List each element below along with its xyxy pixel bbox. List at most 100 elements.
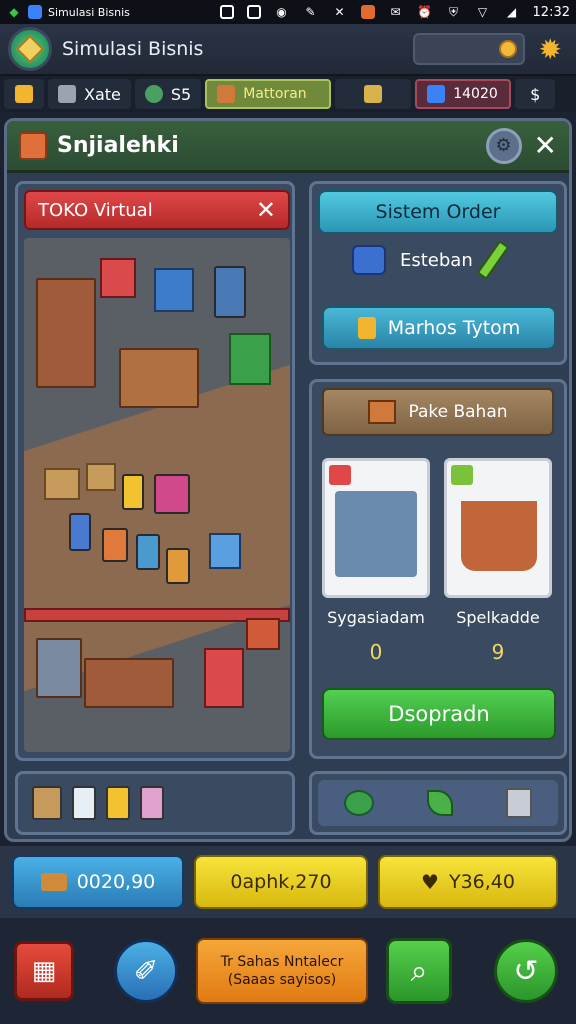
- nav-main-line2: (Saaas sayisos): [227, 972, 337, 988]
- main-panel: Snjialehki ⚙ ✕ TOKO Virtual ✕ Sistem Ord…: [4, 118, 572, 842]
- puzzle-icon: [58, 85, 76, 103]
- grocery-basket-image: [461, 501, 537, 571]
- resource-dollar[interactable]: $: [515, 79, 556, 109]
- resource-s5[interactable]: S5: [134, 79, 202, 109]
- basket-tile[interactable]: [444, 458, 552, 598]
- resource-14020[interactable]: 14020: [415, 79, 512, 109]
- panel-close-icon[interactable]: ✕: [534, 129, 557, 162]
- product-can: [136, 534, 160, 570]
- product-bottle: [69, 513, 91, 551]
- display-screen: [154, 268, 194, 312]
- currency-value: 0aphk,270: [230, 871, 332, 893]
- nav-main-text: Tr Sahas Nntalecr (Saaas sayisos): [221, 953, 344, 989]
- material-button[interactable]: Pake Bahan: [322, 388, 554, 436]
- app-notification-icon: [28, 5, 42, 19]
- store-scene[interactable]: [24, 238, 290, 752]
- status-time: 12:32: [532, 4, 570, 20]
- settings-gear-icon[interactable]: ✹: [539, 33, 562, 66]
- currency-value: Y36,40: [448, 871, 515, 893]
- currency-bar: 0020,90 0aphk,270 ♥ Y36,40: [0, 846, 576, 918]
- inventory-honey[interactable]: [106, 786, 130, 820]
- pencil-icon[interactable]: [476, 240, 510, 280]
- resource-bell[interactable]: [335, 79, 412, 109]
- return-icon: ↺: [513, 953, 539, 989]
- store-tab[interactable]: TOKO Virtual ✕: [24, 190, 290, 230]
- record-icon: ◉: [276, 5, 287, 19]
- resource-trophy[interactable]: [4, 79, 44, 109]
- leaf-icon[interactable]: [426, 790, 453, 816]
- inventory-milk[interactable]: [140, 786, 164, 820]
- sign-red: [100, 258, 136, 298]
- search-icon: ⌕: [410, 953, 428, 989]
- ticket-icon: [40, 873, 67, 891]
- product-bag: [102, 528, 128, 562]
- shelf-tile[interactable]: [322, 458, 430, 598]
- resource-label: 14020: [453, 86, 498, 102]
- sign-green: [229, 333, 271, 385]
- action-button[interactable]: Dsopradn: [322, 688, 556, 740]
- secondary-button[interactable]: Marhos Tytom: [322, 306, 556, 350]
- close-notif-icon: ✕: [334, 5, 345, 19]
- nav-shop-button[interactable]: ▦: [14, 941, 74, 1001]
- crate-icon: [217, 85, 236, 103]
- crate-red: [246, 618, 280, 650]
- product-jar: [122, 474, 144, 510]
- store-close-icon[interactable]: ✕: [256, 196, 276, 224]
- material-button-label: Pake Bahan: [408, 402, 508, 422]
- status-bar: ◆ Simulasi Bisnis ◉ ✎ ✕ ✉ ⏰ ⛨ ▽ ◢ 12:32: [0, 0, 576, 24]
- cash-icon[interactable]: [344, 790, 375, 816]
- coin-display[interactable]: [412, 33, 525, 65]
- panel-header: Snjialehki ⚙ ✕: [7, 121, 569, 173]
- alarm-icon: ⏰: [417, 5, 432, 19]
- order-label: Esteban: [400, 249, 473, 271]
- inventory-box[interactable]: [32, 786, 62, 820]
- resource-mattoran[interactable]: Mattoran: [205, 79, 332, 109]
- fridge-bottom: [36, 638, 82, 698]
- status-app-name: Simulasi Bisnis: [48, 5, 130, 19]
- diamond-icon: [15, 34, 45, 64]
- nav-search-button[interactable]: ⌕: [386, 938, 452, 1004]
- app-icon: [360, 5, 375, 19]
- trophy-icon: [15, 85, 33, 103]
- panel-settings-icon[interactable]: ⚙: [485, 127, 522, 164]
- product-box: [154, 474, 190, 514]
- order-card: Sistem Order Esteban Marhos Tytom: [309, 181, 567, 365]
- nav-main-button[interactable]: Tr Sahas Nntalecr (Saaas sayisos): [196, 938, 368, 1004]
- notification-icon: ◆: [9, 5, 19, 19]
- calendar-icon: ▦: [31, 956, 57, 986]
- tools-strip: [309, 771, 567, 835]
- tile-label: Sygasiadam: [327, 608, 425, 627]
- nav-back-button[interactable]: ↺: [494, 939, 558, 1003]
- order-system-button[interactable]: Sistem Order: [318, 190, 558, 234]
- app-header: Simulasi Bisnis ✹: [0, 24, 576, 76]
- resource-xate[interactable]: Xate: [48, 79, 131, 109]
- sign-bottom: [204, 648, 244, 708]
- resource-label: Mattoran: [243, 86, 307, 102]
- heart-icon: ♥: [421, 870, 439, 894]
- bell-icon: [364, 85, 383, 103]
- panel-title: Snjialehki: [57, 133, 179, 158]
- tile-count: 0: [369, 640, 383, 664]
- resource-bar: Xate S5 Mattoran 14020 $: [0, 76, 576, 112]
- nav-edit-button[interactable]: ✐: [114, 939, 178, 1003]
- action-button-label: Dsopradn: [388, 702, 490, 726]
- tv-icon: [427, 85, 446, 103]
- nav-main-line1: Tr Sahas Nntalecr: [220, 954, 344, 970]
- shield-icon: ⛨: [449, 4, 459, 19]
- currency-yellow-1[interactable]: 0aphk,270: [194, 855, 368, 909]
- grocery-shelf-image: [335, 491, 417, 577]
- crate: [86, 463, 116, 491]
- mail-icon: ✉: [390, 5, 401, 19]
- edit-icon: ✎: [305, 5, 316, 19]
- document-icon[interactable]: [505, 788, 532, 818]
- resource-label: Xate: [84, 84, 121, 104]
- app-logo[interactable]: [8, 27, 52, 71]
- currency-yellow-2[interactable]: ♥ Y36,40: [378, 855, 558, 909]
- inventory-jar[interactable]: [72, 786, 96, 820]
- wifi-icon: ◢: [506, 5, 517, 19]
- resource-label: S5: [170, 84, 192, 104]
- currency-blue[interactable]: 0020,90: [12, 855, 184, 909]
- secondary-button-icon: [357, 317, 376, 339]
- screenshot-icon: [219, 5, 234, 19]
- counter: [119, 348, 199, 408]
